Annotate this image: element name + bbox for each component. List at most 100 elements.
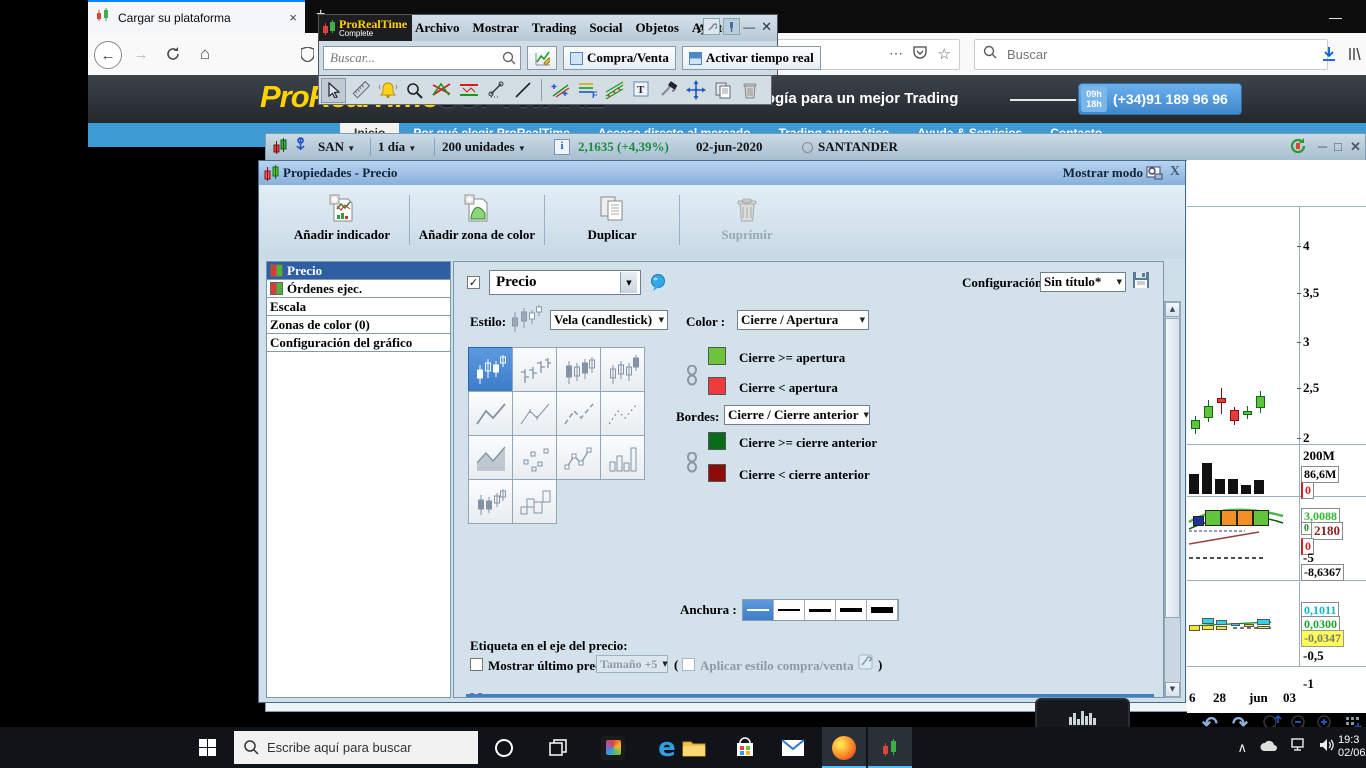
line-width-4[interactable] [836, 600, 867, 620]
zoom-tool-icon[interactable] [402, 78, 427, 103]
start-button[interactable] [185, 727, 229, 768]
tab-close-icon[interactable]: × [289, 10, 297, 25]
scroll-up-icon[interactable]: ▲ [1165, 302, 1180, 317]
alarm-bell-icon[interactable] [375, 78, 400, 103]
menu-social[interactable]: Social [589, 20, 622, 36]
fibonacci-projection-icon[interactable] [548, 78, 573, 103]
text-tool-icon[interactable]: T [629, 78, 654, 103]
color-mode-select[interactable]: Cierre / Apertura ▼ [737, 310, 869, 330]
duplicate-button[interactable]: Duplicar [553, 193, 671, 243]
style-line[interactable] [468, 391, 513, 436]
down-color-swatch[interactable] [708, 377, 726, 395]
back-button[interactable]: ← [94, 41, 122, 69]
prt-titlebar[interactable]: ProRealTime Complete Archivo Mostrar Tradin… [319, 15, 777, 41]
settings-wrench-icon[interactable] [703, 18, 721, 35]
cortana-icon[interactable] [482, 727, 526, 768]
browser-search-input[interactable] [1005, 46, 1289, 63]
chart-minimize-icon[interactable]: ─ [1318, 139, 1327, 155]
save-config-icon[interactable] [1132, 271, 1150, 294]
style-ohlc-bars[interactable] [512, 347, 557, 392]
menu-archivo[interactable]: Archivo [415, 20, 460, 36]
line-width-5[interactable] [867, 600, 898, 620]
pocket-icon[interactable] [913, 45, 927, 62]
prorealtime-taskbar-icon[interactable] [868, 727, 912, 768]
estilo-select[interactable]: Vela (candlestick) ▼ [550, 310, 668, 330]
time-axis[interactable]: 6 28 jun 03 [1187, 690, 1366, 706]
drawing-settings-icon[interactable] [656, 78, 681, 103]
photos-app-icon[interactable] [591, 727, 635, 768]
select-cursor-icon[interactable] [321, 77, 346, 103]
ruler-icon[interactable] [348, 78, 373, 103]
phone-button[interactable]: 09h 18h (+34)91 189 96 96 [1078, 83, 1242, 115]
browser-tab[interactable]: Cargar su plataforma × [88, 0, 305, 33]
style-filled-candles[interactable] [600, 347, 645, 392]
style-area[interactable] [468, 435, 513, 480]
sidebar-item-escala[interactable]: Escala [267, 298, 450, 316]
symbol-select[interactable]: SAN ▼ [318, 139, 355, 155]
chart-draw-button[interactable] [527, 46, 557, 70]
border-up-color-swatch[interactable] [708, 432, 726, 450]
sidebar-item-zonas-de-color-0[interactable]: Zonas de color (0) [267, 316, 450, 334]
menu-objetos[interactable]: Objetos [636, 20, 679, 36]
line-icon[interactable] [510, 78, 535, 103]
style-candlestick[interactable] [468, 347, 513, 392]
onedrive-cloud-icon[interactable] [1259, 739, 1279, 757]
task-view-icon[interactable] [536, 727, 580, 768]
firefox-icon[interactable] [822, 727, 866, 768]
comment-bubble-icon[interactable] [650, 274, 666, 296]
up-color-swatch[interactable] [708, 347, 726, 365]
link-colors-icon[interactable] [686, 364, 698, 392]
store-icon[interactable] [723, 727, 767, 768]
menu-trading[interactable]: Trading [532, 20, 577, 36]
scrollbar-thumb[interactable] [1165, 318, 1180, 618]
add-indicator-button[interactable]: Añadir indicador [283, 193, 401, 243]
taskbar-search[interactable]: Escribe aquí para buscar [234, 731, 478, 764]
downloads-icon[interactable] [1316, 41, 1342, 67]
line-width-1[interactable] [743, 600, 774, 620]
pin-icon[interactable] [723, 18, 741, 35]
series-enabled-checkbox[interactable]: ✓ [467, 276, 480, 289]
mostrar-modo-label[interactable]: Mostrar modo [1063, 165, 1143, 181]
config-select[interactable]: Sin título* ▼ [1040, 272, 1126, 292]
pattern-detector-icon[interactable] [429, 78, 454, 103]
prt-minimize-icon[interactable]: — [743, 20, 755, 34]
move-tool-icon[interactable] [683, 78, 708, 103]
style-line-points[interactable] [556, 435, 601, 480]
dialog-titlebar[interactable]: Propiedades - Precio Mostrar modo X [259, 161, 1185, 186]
info-icon[interactable]: i [554, 139, 570, 155]
trash-icon[interactable] [737, 78, 762, 103]
refresh-icon[interactable] [1289, 137, 1307, 159]
style-points[interactable] [512, 435, 557, 480]
window-minimize-icon[interactable]: — [1329, 10, 1342, 25]
style-histogram[interactable] [600, 435, 645, 480]
sidebar-item-precio[interactable]: Precio [267, 262, 450, 280]
browser-search[interactable] [974, 39, 1328, 70]
menu-mostrar[interactable]: Mostrar [473, 20, 519, 36]
compra-venta-button[interactable]: Compra/Venta [563, 46, 676, 70]
clock[interactable]: 19:3 02/06/ [1338, 734, 1366, 760]
copy-icon[interactable] [710, 78, 735, 103]
activar-tiempo-real-button[interactable]: Activar tiempo real [681, 46, 821, 70]
chart-maximize-icon[interactable]: □ [1334, 139, 1342, 155]
sidebar-item-configuraci-n-del-gr-fico[interactable]: Configuración del gráfico [267, 334, 450, 352]
volume-icon[interactable] [1319, 738, 1336, 757]
style-dashed-line[interactable] [556, 391, 601, 436]
chart-window-header[interactable]: SAN ▼ 1 día ▼ 200 unidades ▼ i 2,1635 (+… [266, 134, 1365, 161]
segment-icon[interactable] [483, 78, 508, 103]
style-line-thin[interactable] [512, 391, 557, 436]
andrews-pitchfork-icon[interactable] [602, 78, 627, 103]
add-color-zone-button[interactable]: Añadir zona de color [418, 193, 536, 243]
chart-close-icon[interactable]: ✕ [1350, 139, 1361, 155]
style-renko[interactable] [512, 479, 557, 524]
line-width-3[interactable] [805, 600, 836, 620]
overflow-menu-icon[interactable]: ⋯ [889, 45, 903, 62]
reload-button[interactable] [160, 41, 186, 67]
forward-button[interactable]: → [128, 41, 154, 67]
bordes-select[interactable]: Cierre / Cierre anterior ▼ [724, 405, 870, 425]
link-colors-icon[interactable] [686, 451, 698, 479]
support-resistance-icon[interactable] [456, 78, 481, 103]
sidebar-item-rdenes-ejec[interactable]: Órdenes ejec. [267, 280, 450, 298]
network-icon[interactable] [1291, 738, 1307, 757]
units-select[interactable]: 200 unidades ▼ [442, 139, 526, 155]
prt-search[interactable] [323, 46, 521, 70]
